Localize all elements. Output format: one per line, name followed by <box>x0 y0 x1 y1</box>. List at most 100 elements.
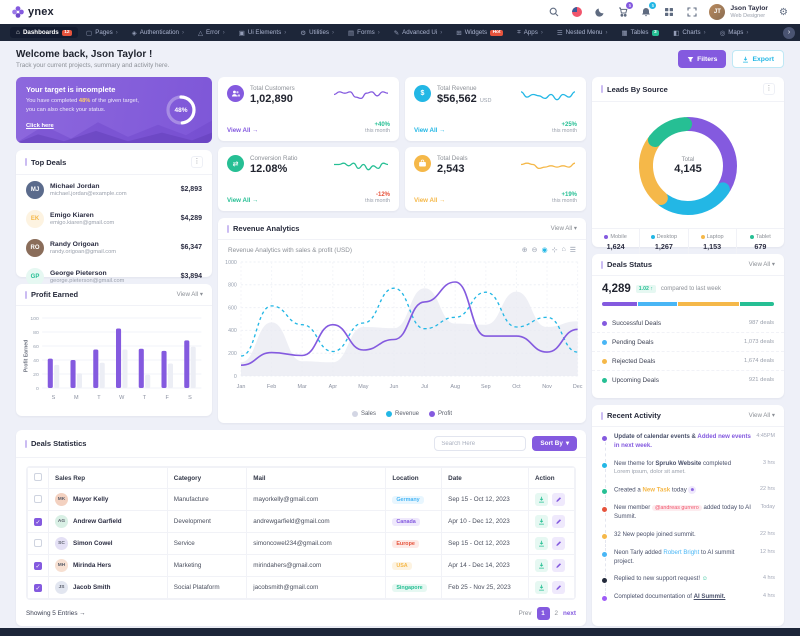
download-action-button[interactable] <box>535 493 548 506</box>
table-row[interactable]: ✓ JS Jacob Smith Social Plataform jacobsmith… <box>27 576 575 599</box>
zoom-in-icon[interactable]: ⊕ <box>522 246 528 254</box>
chevron-right-icon: › <box>605 29 608 36</box>
brand-flower-icon <box>12 6 24 18</box>
svg-text:80: 80 <box>33 330 39 336</box>
deals-statistics-title: Deals Statistics <box>31 439 87 448</box>
nav-item-charts[interactable]: ◧ Charts › <box>667 27 711 39</box>
activity-item: Completed documentation of AI Summit. 4 h… <box>601 593 775 611</box>
select-all-checkbox[interactable] <box>34 473 42 481</box>
nav-item-widgets[interactable]: ⊞ Widgets Hot <box>450 27 509 39</box>
search-input[interactable] <box>434 436 527 451</box>
nav-item-dashboards[interactable]: ⌂ Dashboards 12 <box>10 27 79 38</box>
row-checkbox[interactable] <box>34 538 42 547</box>
row-checkbox[interactable]: ✓ <box>34 561 42 570</box>
export-button[interactable]: Export <box>732 50 784 68</box>
language-flag-icon[interactable] <box>571 6 583 18</box>
nav-scroll-right-button[interactable]: › <box>783 26 795 39</box>
nav-item-error[interactable]: △ Error › <box>192 27 231 39</box>
download-action-button[interactable] <box>535 559 548 572</box>
column-header-sales-rep[interactable]: Sales Rep <box>48 467 168 489</box>
nav-item-authentication[interactable]: ◈ Authentication › <box>126 27 190 39</box>
zoom-out-icon[interactable]: ⊖ <box>532 246 538 254</box>
pan-icon[interactable]: ⊹ <box>552 246 558 254</box>
zoom-icon[interactable]: ◉ <box>542 246 548 254</box>
legend-profit[interactable]: Profit <box>429 411 452 417</box>
table-row[interactable]: ✓ AG Andrew Garfield Development andrewgarfi… <box>27 510 575 533</box>
nav-item-advanced-ui[interactable]: ✎ Advanced Ui › <box>388 27 449 39</box>
stat-card-total-deals: Total Deals 2,543 View All → +19% this month <box>405 147 586 211</box>
column-header-action[interactable]: Action <box>528 467 575 489</box>
leads-stat-mobile: Mobile 1,624 <box>592 229 641 256</box>
column-header-category[interactable]: Category <box>166 467 248 489</box>
edit-action-button[interactable] <box>552 493 565 506</box>
deal-row[interactable]: MJ Michael Jordan michael.jordan@example.c… <box>16 175 212 204</box>
table-row[interactable]: ✓ MH Mirinda Hers Marketing mirindahers@gmai… <box>27 554 575 577</box>
more-options-button[interactable]: ⋮ <box>191 156 203 168</box>
revenue-title: Revenue Analytics <box>233 224 300 233</box>
nav-item-utilities[interactable]: ⚙ Utilities › <box>294 27 340 39</box>
chevron-right-icon: › <box>115 29 118 36</box>
nav-badge: 3 <box>651 29 660 36</box>
page-1-button[interactable]: 1 <box>536 607 550 620</box>
column-header-mail[interactable]: Mail <box>246 467 387 489</box>
deals-status-list: Successful Deals 987 deals Pending Deals 1,… <box>592 314 784 389</box>
home-icon[interactable]: ⌂ <box>561 246 565 254</box>
user-menu[interactable]: JT Json Taylor Web Designer <box>709 4 768 20</box>
deal-row[interactable]: EK Emigo Kiaren emigo.kiaren@gmail.com $4,2… <box>16 204 212 233</box>
download-action-button[interactable] <box>535 581 548 594</box>
settings-gear-icon[interactable]: ⚙ <box>779 7 788 18</box>
column-header-date[interactable]: Date <box>441 467 529 489</box>
view-all-link[interactable]: View All → <box>227 197 258 204</box>
activity-view-all[interactable]: View All ▾ <box>749 412 775 419</box>
view-all-link[interactable]: View All → <box>227 127 258 134</box>
row-checkbox[interactable]: ✓ <box>34 583 42 592</box>
edit-action-button[interactable] <box>552 559 565 572</box>
nav-item-forms[interactable]: ▤ Forms › <box>342 27 386 39</box>
next-page-button[interactable]: next <box>563 610 576 617</box>
nav-item-nested-menu[interactable]: ☰ Nested Menu › <box>551 27 614 39</box>
nav-item-apps[interactable]: ⌗ Apps › <box>511 27 549 39</box>
search-icon[interactable] <box>548 6 560 18</box>
table-row[interactable]: SC Simon Cowel Service simoncowel234@gmail.… <box>27 532 575 555</box>
row-checkbox[interactable] <box>34 494 42 503</box>
notifications-bell-icon[interactable]: 5 <box>640 2 657 18</box>
nav-item-maps[interactable]: ◎ Maps › <box>714 27 755 39</box>
legend-revenue[interactable]: Revenue <box>385 411 419 417</box>
download-action-button[interactable] <box>535 537 548 550</box>
filters-button[interactable]: Filters <box>678 50 727 68</box>
profit-view-all[interactable]: View All ▾ <box>177 291 203 298</box>
table-row[interactable]: MK Mayor Kelly Manufacture mayorkelly@gmail… <box>27 488 575 511</box>
nav-item-pages[interactable]: ▢ Pages › <box>80 27 124 39</box>
deal-row[interactable]: RO Randy Origoan randy.origoan@gmail.com $6… <box>16 233 212 262</box>
sort-by-button[interactable]: Sort By ▾ <box>532 436 577 451</box>
view-all-link[interactable]: View All → <box>414 197 445 204</box>
legend-sales[interactable]: Sales <box>351 411 376 417</box>
menu-icon[interactable]: ☰ <box>570 246 576 254</box>
mention-badge[interactable]: @andreas gurrero <box>651 505 702 512</box>
cart-icon[interactable]: 5 <box>617 2 634 18</box>
apps-grid-icon[interactable] <box>663 6 675 18</box>
deals-status-view-all[interactable]: View All ▾ <box>749 261 775 268</box>
nav-item-ui-elements[interactable]: ▣ Ui Elements › <box>233 27 293 39</box>
download-action-button[interactable] <box>535 515 548 528</box>
edit-action-button[interactable] <box>552 537 565 550</box>
page-2-button[interactable]: 2 <box>555 610 559 617</box>
click-here-link[interactable]: Click here <box>26 123 54 129</box>
svg-text:200: 200 <box>228 351 237 357</box>
deals-status-title: Deals Status <box>607 260 653 269</box>
revenue-view-all[interactable]: View All ▾ <box>551 225 577 232</box>
row-checkbox[interactable]: ✓ <box>34 517 42 526</box>
prev-page-button[interactable]: Prev <box>519 610 532 617</box>
more-options-button[interactable]: ⋮ <box>763 83 775 95</box>
fullscreen-icon[interactable] <box>686 6 698 18</box>
column-header-location[interactable]: Location <box>385 467 443 489</box>
brand-logo[interactable]: ynex <box>12 6 54 18</box>
nav-item-tables[interactable]: ▦ Tables 3 <box>615 27 665 39</box>
sparkline-chart <box>333 91 389 100</box>
page-title: Welcome back, Json Taylor ! <box>16 49 153 60</box>
top-deals-title: Top Deals <box>31 157 67 167</box>
view-all-link[interactable]: View All → <box>414 127 445 134</box>
edit-action-button[interactable] <box>552 581 565 594</box>
edit-action-button[interactable] <box>552 515 565 528</box>
dark-mode-icon[interactable] <box>594 6 606 18</box>
